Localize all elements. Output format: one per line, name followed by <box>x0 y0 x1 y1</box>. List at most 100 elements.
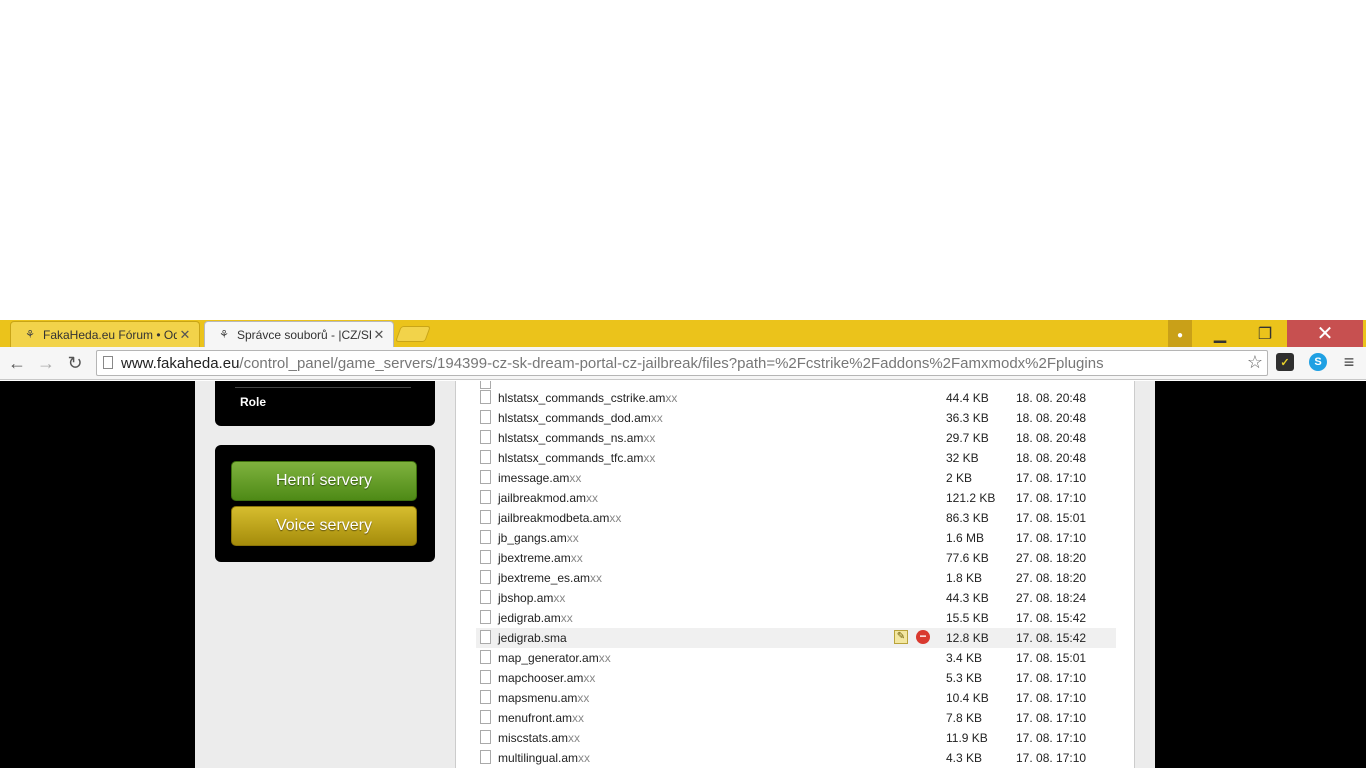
back-arrow-icon[interactable]: ← <box>6 352 28 374</box>
delete-icon[interactable]: − <box>916 630 930 644</box>
forward-arrow-icon[interactable]: → <box>35 352 57 374</box>
file-row[interactable]: multilingual.amxx 4.3 KB 17. 08. 17:10 <box>476 748 1116 768</box>
file-row[interactable]: jailbreakmod.amxx 121.2 KB 17. 08. 17:10 <box>476 488 1116 508</box>
file-name-ext: xx <box>590 571 603 585</box>
menu-divider <box>235 387 411 388</box>
file-date: 17. 08. 17:10 <box>1016 751 1087 765</box>
file-row[interactable]: mapsmenu.amxx 10.4 KB 17. 08. 17:10 <box>476 688 1116 708</box>
file-size: 11.9 KB <box>946 731 988 745</box>
left-column: Role Herní servery Voice servery <box>195 381 455 768</box>
url-text[interactable]: www.fakaheda.eu/control_panel/game_serve… <box>121 355 1104 372</box>
file-name[interactable]: hlstatsx_commands_ns.amxx <box>498 431 655 445</box>
file-name-ext: xx <box>568 731 581 745</box>
file-name[interactable]: miscstats.amxx <box>498 731 580 745</box>
file-row[interactable]: mapchooser.amxx 5.3 KB 17. 08. 17:10 <box>476 668 1116 688</box>
minimize-icon[interactable]: ▁ <box>1200 320 1240 347</box>
file-name-base: imessage.am <box>498 471 570 485</box>
file-date: 17. 08. 15:01 <box>1016 651 1087 665</box>
window-close-icon[interactable]: ✕ <box>1287 320 1363 347</box>
tab-forum[interactable]: ⚘ FakaHeda.eu Fórum • Ode ✕ <box>10 321 200 347</box>
file-row[interactable]: hlstatsx_commands_cstrike.amxx 44.4 KB 18.… <box>476 388 1116 408</box>
file-name-base: jb_gangs.am <box>498 531 567 545</box>
file-date: 17. 08. 15:42 <box>1016 631 1087 645</box>
game-servers-button[interactable]: Herní servery <box>231 461 417 501</box>
file-name-ext: xx <box>609 511 622 525</box>
browser-toolbar: ← → ↻ www.fakaheda.eu/control_panel/game… <box>0 347 1366 380</box>
tab-close-icon[interactable]: ✕ <box>371 327 387 343</box>
file-name[interactable]: jbshop.amxx <box>498 591 565 605</box>
tab-close-icon[interactable]: ✕ <box>177 327 193 343</box>
file-name-base: jbshop.am <box>498 591 554 605</box>
file-size: 3.4 KB <box>946 651 983 665</box>
file-row[interactable]: miscstats.amxx 11.9 KB 17. 08. 17:10 <box>476 728 1116 748</box>
file-row[interactable]: jbshop.amxx 44.3 KB 27. 08. 18:24 <box>476 588 1116 608</box>
file-row[interactable]: jb_gangs.amxx 1.6 MB 17. 08. 17:10 <box>476 528 1116 548</box>
edit-pencil-icon[interactable]: ✎ <box>894 630 908 644</box>
file-name-ext: xx <box>586 491 599 505</box>
restore-icon[interactable]: ❐ <box>1245 320 1285 347</box>
file-icon <box>480 390 491 404</box>
file-date: 17. 08. 15:01 <box>1016 511 1087 525</box>
file-name[interactable]: jedigrab.amxx <box>498 611 573 625</box>
file-row[interactable]: hlstatsx_commands_dod.amxx 36.3 KB 18. 08.… <box>476 408 1116 428</box>
tab-file-manager[interactable]: ⚘ Správce souborů - |CZ/SK| ✕ <box>204 321 394 347</box>
file-row[interactable]: hlstatsx_commands_tfc.amxx 32 KB 18. 08. 2… <box>476 448 1116 468</box>
right-margin <box>1135 381 1155 768</box>
file-row[interactable]: jbextreme.amxx 77.6 KB 27. 08. 18:20 <box>476 548 1116 568</box>
file-row[interactable]: jbextreme_es.amxx 1.8 KB 27. 08. 18:20 <box>476 568 1116 588</box>
chrome-menu-icon[interactable]: ≡ <box>1340 352 1358 372</box>
page-content: Role Herní servery Voice servery hlstats… <box>0 381 1366 768</box>
file-name[interactable]: mapsmenu.amxx <box>498 691 589 705</box>
url-host: www.fakaheda.eu <box>121 355 240 372</box>
file-icon <box>480 690 491 704</box>
file-name[interactable]: jb_gangs.amxx <box>498 531 579 545</box>
file-row[interactable]: jedigrab.sma ✎ − 12.8 KB 17. 08. 15:42 <box>476 628 1116 648</box>
file-name[interactable]: jailbreakmodbeta.amxx <box>498 511 621 525</box>
file-icon <box>480 530 491 544</box>
file-name-base: mapchooser.am <box>498 671 584 685</box>
file-date: 27. 08. 18:24 <box>1016 591 1087 605</box>
file-row[interactable]: menufront.amxx 7.8 KB 17. 08. 17:10 <box>476 708 1116 728</box>
file-date: 18. 08. 20:48 <box>1016 411 1087 425</box>
file-size: 29.7 KB <box>946 431 989 445</box>
file-name-ext: xx <box>560 611 573 625</box>
address-bar[interactable]: www.fakaheda.eu/control_panel/game_serve… <box>96 350 1268 376</box>
file-row[interactable]: jedigrab.amxx 15.5 KB 17. 08. 15:42 <box>476 608 1116 628</box>
file-row[interactable]: hlstatsx_commands_ns.amxx 29.7 KB 18. 08. … <box>476 428 1116 448</box>
new-tab-button[interactable] <box>395 326 431 342</box>
file-name-base: jedigrab.sma <box>498 631 567 645</box>
file-date: 27. 08. 18:20 <box>1016 571 1087 585</box>
file-row[interactable]: jailbreakmodbeta.amxx 86.3 KB 17. 08. 15:0… <box>476 508 1116 528</box>
file-name[interactable]: mapchooser.amxx <box>498 671 595 685</box>
file-name[interactable]: jailbreakmod.amxx <box>498 491 598 505</box>
menu-item-role[interactable]: Role <box>240 395 266 409</box>
file-name-ext: xx <box>553 591 566 605</box>
extension-skype-icon[interactable]: S <box>1309 353 1327 371</box>
extension-norton-icon[interactable]: ✓ <box>1276 353 1294 371</box>
voice-servers-button[interactable]: Voice servery <box>231 506 417 546</box>
file-date: 17. 08. 17:10 <box>1016 711 1087 725</box>
servers-box: Herní servery Voice servery <box>215 445 435 562</box>
file-name[interactable]: hlstatsx_commands_cstrike.amxx <box>498 391 677 405</box>
file-size: 10.4 KB <box>946 691 989 705</box>
file-row[interactable]: imessage.amxx 2 KB 17. 08. 17:10 <box>476 468 1116 488</box>
file-name[interactable]: multilingual.amxx <box>498 751 590 765</box>
file-name[interactable]: hlstatsx_commands_tfc.amxx <box>498 451 655 465</box>
file-name[interactable]: jbextreme.amxx <box>498 551 583 565</box>
bookmark-star-icon[interactable]: ☆ <box>1247 352 1263 373</box>
file-icon <box>480 610 491 624</box>
file-name[interactable]: map_generator.amxx <box>498 651 611 665</box>
file-name[interactable]: imessage.amxx <box>498 471 581 485</box>
file-name-ext: xx <box>569 471 582 485</box>
profile-icon[interactable]: ● <box>1168 320 1192 350</box>
file-name[interactable]: menufront.amxx <box>498 711 584 725</box>
blank-area <box>0 0 1366 320</box>
file-name[interactable]: jedigrab.sma <box>498 631 567 645</box>
file-date: 27. 08. 18:20 <box>1016 551 1087 565</box>
reload-icon[interactable]: ↻ <box>64 352 86 374</box>
file-row[interactable]: map_generator.amxx 3.4 KB 17. 08. 15:01 <box>476 648 1116 668</box>
file-name[interactable]: hlstatsx_commands_dod.amxx <box>498 411 663 425</box>
file-name-ext: xx <box>570 551 583 565</box>
file-name[interactable]: jbextreme_es.amxx <box>498 571 602 585</box>
file-name-ext: xx <box>578 751 591 765</box>
